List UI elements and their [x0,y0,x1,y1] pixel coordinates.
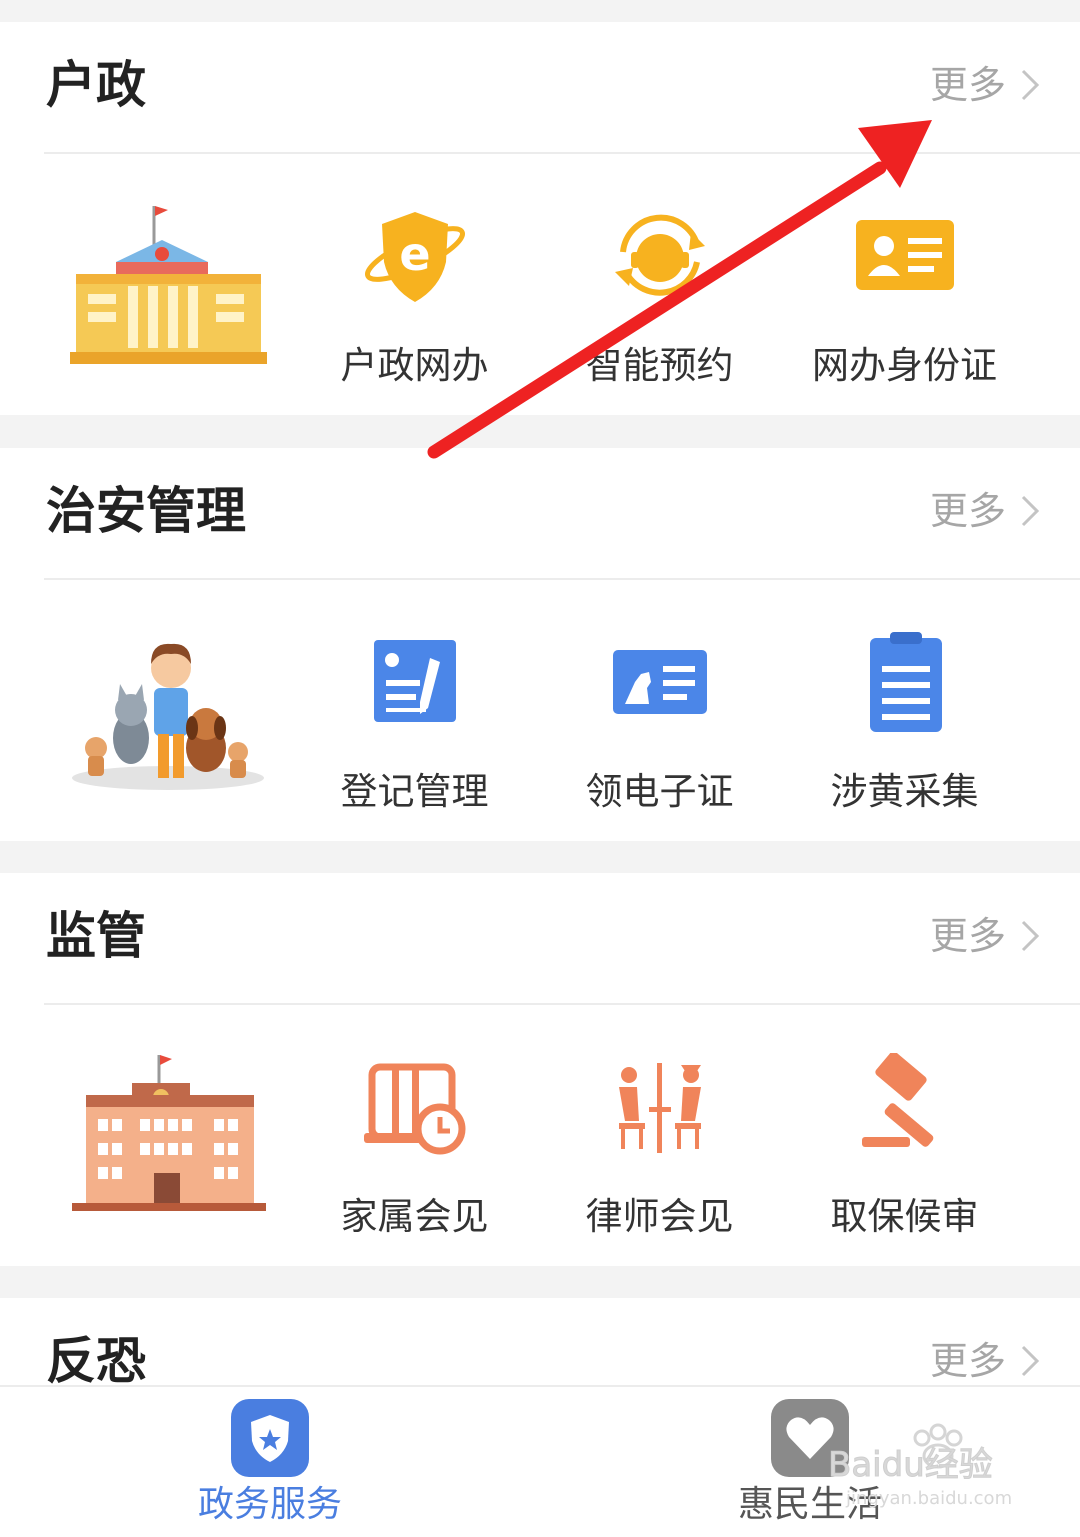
section-header: 监管 更多 [0,873,1080,1003]
chevron-right-icon [1021,69,1040,101]
tab-label: 政务服务 [197,1484,342,1525]
prison-bars-clock-icon [363,1063,465,1155]
gavel-icon [861,1053,933,1147]
e-shield-icon: e [364,212,465,302]
service-item[interactable]: 智能预约 [537,202,782,402]
service-label: 户政网办 [340,344,489,387]
service-label: 取保候审 [830,1195,979,1238]
id-card-icon [855,220,954,290]
prison-building-icon [72,1055,266,1211]
service-item[interactable]: 网办身份证 [782,202,1027,402]
section-title: 监管 [46,907,146,965]
person-with-dogs-icon [72,643,264,790]
more-link[interactable]: 更多 [930,492,1040,530]
more-label: 更多 [929,1339,1006,1383]
more-label: 更多 [929,489,1006,533]
registration-edit-icon [373,640,456,722]
section-header: 治安管理 更多 [0,448,1080,578]
baidu-jingyan-watermark: Baidu经验 jingyan.baidu.com [828,1420,1028,1510]
section-public-security: 治安管理 更多 登记管理 领电子证 涉黄采集 [0,448,1080,841]
service-item[interactable]: 律师会见 [537,1053,782,1253]
section-title: 户政 [46,56,146,114]
government-building-icon [70,206,267,364]
lawyer-meeting-icon [618,1063,701,1153]
more-label: 更多 [929,914,1006,958]
svg-text:e: e [399,227,430,281]
more-link[interactable]: 更多 [930,917,1040,955]
service-label: 律师会见 [585,1195,734,1238]
service-item[interactable]: e 户政网办 [292,202,537,402]
section-anti-terror: 反恐 更多 [0,1298,1080,1398]
service-item[interactable]: 家属会见 [292,1053,537,1253]
svg-text:Baidu经验: Baidu经验 [828,1445,993,1485]
service-item[interactable]: 涉黄采集 [782,628,1027,828]
police-shield-icon [231,1399,309,1477]
service-label: 网办身份证 [812,344,997,387]
service-item[interactable]: 登记管理 [292,628,537,828]
divider [44,152,1080,154]
service-label: 领电子证 [585,770,734,813]
section-header: 户政 更多 [0,22,1080,152]
section-huzheng: 户政 更多 e 户政网办 智能预约 网办身份证 [0,22,1080,415]
service-label: 登记管理 [340,770,489,813]
chevron-right-icon [1021,495,1040,527]
svg-text:jingyan.baidu.com: jingyan.baidu.com [845,1488,1012,1509]
baidu-paw-icon: Baidu经验 jingyan.baidu.com [828,1423,1012,1509]
customer-service-icon [614,214,705,296]
more-link[interactable]: 更多 [930,66,1040,104]
service-label: 家属会见 [340,1195,489,1238]
tab-government-services[interactable]: 政务服务 [120,1387,420,1537]
clipboard-icon [869,632,942,732]
section-title: 反恐 [46,1332,146,1390]
divider [44,578,1080,580]
chevron-right-icon [1021,1345,1040,1377]
section-supervision: 监管 更多 家属会见 律师会见 取保候审 [0,873,1080,1266]
section-title: 治安管理 [46,482,246,540]
more-label: 更多 [929,63,1006,107]
chevron-right-icon [1021,920,1040,952]
service-item[interactable]: 领电子证 [537,628,782,828]
dog-license-card-icon [612,650,707,714]
service-label: 智能预约 [585,344,734,387]
service-label: 涉黄采集 [830,770,979,813]
more-link[interactable]: 更多 [930,1342,1040,1380]
service-item[interactable]: 取保候审 [782,1053,1027,1253]
divider [44,1003,1080,1005]
